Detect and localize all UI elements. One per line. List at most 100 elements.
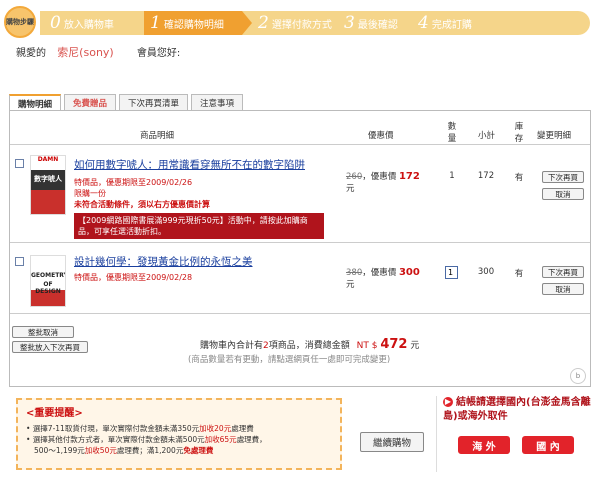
total-unit: 元	[410, 341, 420, 351]
arrow-right-icon: ▶	[443, 397, 453, 407]
special-offer-text: 特價品，優惠期限至2009/02/26	[74, 178, 193, 187]
reminder-highlight: 加收65元	[204, 435, 237, 444]
table-row: DAMN 數字唬人 如何用數字唬人：用常識看穿無所不在的數字陷阱 特價品，優惠期…	[10, 146, 590, 243]
cover-line2: OF DESIGN	[35, 281, 61, 295]
reminder-line: • 選擇7-11取貨付現，單次實際付款金額未滿350元加收20元處理費	[26, 424, 254, 433]
qty-value: 1	[449, 171, 455, 181]
reminder-text: 處理費；滿1,200元	[116, 446, 184, 455]
important-reminder: <重要提醒> • 選擇7-11取貨付現，單次實際付款金額未滿350元加收20元處…	[16, 398, 342, 470]
buy-later-button[interactable]: 下次再買	[542, 266, 584, 278]
step-number: 2	[258, 13, 269, 33]
tab-shopping-details[interactable]: 購物明細	[9, 94, 62, 111]
qty-input[interactable]	[445, 266, 458, 279]
step-chevron	[242, 11, 252, 35]
tab-bar: 購物明細 免費贈品 下次再買清單 注意事項	[9, 94, 246, 111]
continue-shopping-button[interactable]: 繼續購物	[360, 432, 424, 452]
book-cover[interactable]: GEOMETRY OF DESIGN	[30, 255, 66, 307]
bulk-cancel-button[interactable]: 整批取消	[12, 326, 74, 338]
reminder-highlight: 免處理費	[183, 446, 214, 455]
stock-value: 有	[514, 269, 524, 279]
sale-price: 300	[398, 267, 420, 278]
reminder-line: 500～1,199元加收50元處理費；滿1,200元免處理費	[26, 445, 332, 456]
header-stock: 庫存	[514, 122, 524, 144]
checkout-title: ▶ 結帳請選擇國內(台澎金馬含離島)或海外取件	[443, 396, 592, 424]
checkout-title-text: 結帳請選擇國內(台澎金馬含離島)或海外取件	[443, 397, 591, 422]
price-cell: 260，優惠價 172 元	[346, 170, 426, 194]
header-price: 優惠價	[368, 131, 394, 141]
stock-value: 有	[514, 173, 524, 183]
table-row: GEOMETRY OF DESIGN 設計幾何學：發現黃金比例的永恆之美 特價品…	[10, 244, 590, 314]
currency-label: NT $	[356, 341, 378, 351]
steps-badge-label: 購物步驟	[6, 18, 34, 26]
subtotal-value: 300	[477, 267, 495, 277]
greeting-member: 會員您好:	[136, 48, 181, 59]
tab-buy-later-list[interactable]: 下次再買清單	[119, 94, 189, 111]
row-checkbox[interactable]	[15, 257, 24, 266]
condition-notice: 未符合活動條件，須以右方優惠價計算	[74, 200, 210, 209]
step-label: 確認購物明細	[163, 19, 224, 31]
price-unit: 元	[346, 280, 355, 290]
promo-banner[interactable]: 【2009網路國際書展滿999元現折50元】活動中，請按此加購商品，可享任選活動…	[74, 213, 324, 239]
cart-summary: 購物車內合計有2項商品，消費總金額 NT $ 472 元	[200, 337, 419, 352]
price-unit: 元	[346, 184, 355, 194]
reminder-highlight: 加收50元	[84, 446, 117, 455]
reminder-line: • 選擇其他付款方式者，單次實際付款金額未滿500元加收65元處理費，	[26, 435, 267, 444]
book-cover[interactable]: DAMN 數字唬人	[30, 155, 66, 215]
limit-text: 限購一份	[74, 189, 106, 198]
reminder-text: 處理費	[231, 424, 254, 433]
reminder-text: 選擇7-11取貨付現，單次實際付款金額未滿350元	[32, 424, 200, 433]
reminder-text: 處理費，	[236, 435, 267, 444]
tab-free-gifts[interactable]: 免費贈品	[64, 94, 117, 111]
checkout-steps: 0 放入購物車 1 確認購物明細 2 選擇付款方式 3 最後確認 4 完成訂購 …	[4, 6, 596, 38]
total-amount: 472	[380, 337, 408, 352]
brand-badge-icon: b	[570, 368, 586, 384]
header-product: 商品明細	[140, 131, 175, 141]
sale-price: 172	[398, 171, 420, 182]
user-name: 索尼(sony)	[57, 46, 114, 59]
reminder-text: 500～1,199元	[34, 446, 85, 455]
step-payment: 2 選擇付款方式	[252, 11, 350, 35]
domestic-checkout-button[interactable]: 國 內	[522, 436, 574, 454]
cancel-item-button[interactable]: 取消	[542, 283, 584, 295]
cover-line2: 數字唬人	[31, 170, 65, 190]
step-label: 放入購物車	[63, 19, 114, 31]
header-subtotal: 小計	[478, 131, 496, 141]
step-confirm-details: 1 確認購物明細	[144, 11, 252, 35]
step-label: 選擇付款方式	[271, 19, 332, 31]
price-prefix: ，優惠價	[362, 268, 397, 278]
special-offer-text: 特價品，優惠期限至2009/02/28	[74, 273, 193, 282]
original-price: 380	[346, 268, 363, 278]
step-label: 最後確認	[357, 19, 398, 31]
cover-line1: GEOMETRY	[31, 272, 66, 279]
summary-text2: 項商品，消費總金額	[268, 341, 350, 351]
cancel-item-button[interactable]: 取消	[542, 188, 584, 200]
step-number: 3	[344, 13, 355, 33]
step-label: 完成訂購	[431, 19, 472, 31]
greeting-prefix: 親愛的	[16, 48, 46, 59]
row-checkbox[interactable]	[15, 159, 24, 168]
reminder-title: <重要提醒>	[26, 408, 83, 419]
steps-badge: 購物步驟	[4, 6, 36, 38]
step-number: 0	[50, 13, 61, 33]
checkout-section: ▶ 結帳請選擇國內(台澎金馬含離島)或海外取件	[436, 396, 592, 472]
cart-panel: 商品明細 優惠價 數量 小計 庫存 變更明細 DAMN 數字唬人 如何用數字唬人…	[9, 110, 591, 387]
greeting: 親愛的 索尼(sony) 會員您好:	[16, 44, 180, 60]
step-cart: 0 放入購物車	[44, 11, 138, 35]
summary-text1: 購物車內合計有	[200, 341, 264, 351]
price-cell: 380，優惠價 300 元	[346, 266, 426, 290]
subtotal-value: 172	[477, 171, 495, 181]
step-number: 1	[150, 13, 161, 33]
overseas-checkout-button[interactable]: 海 外	[458, 436, 510, 454]
table-header: 商品明細 優惠價 數量 小計 庫存 變更明細	[10, 111, 590, 145]
tab-notes[interactable]: 注意事項	[191, 94, 244, 111]
bulk-buy-later-button[interactable]: 整批放入下次再買	[12, 341, 88, 353]
original-price: 260	[346, 172, 363, 182]
summary-note: (商品數量若有更動，請點選網頁任一處即可完成變更)	[188, 355, 391, 365]
buy-later-button[interactable]: 下次再買	[542, 171, 584, 183]
step-complete: 4 完成訂購	[412, 11, 492, 35]
product-title-link[interactable]: 如何用數字唬人：用常識看穿無所不在的數字陷阱	[74, 157, 305, 172]
product-title-link[interactable]: 設計幾何學：發現黃金比例的永恆之美	[74, 254, 253, 269]
reminder-text: 選擇其他付款方式者，單次實際付款金額未滿500元	[32, 435, 205, 444]
header-change: 變更明細	[537, 131, 572, 141]
step-number: 4	[418, 13, 429, 33]
